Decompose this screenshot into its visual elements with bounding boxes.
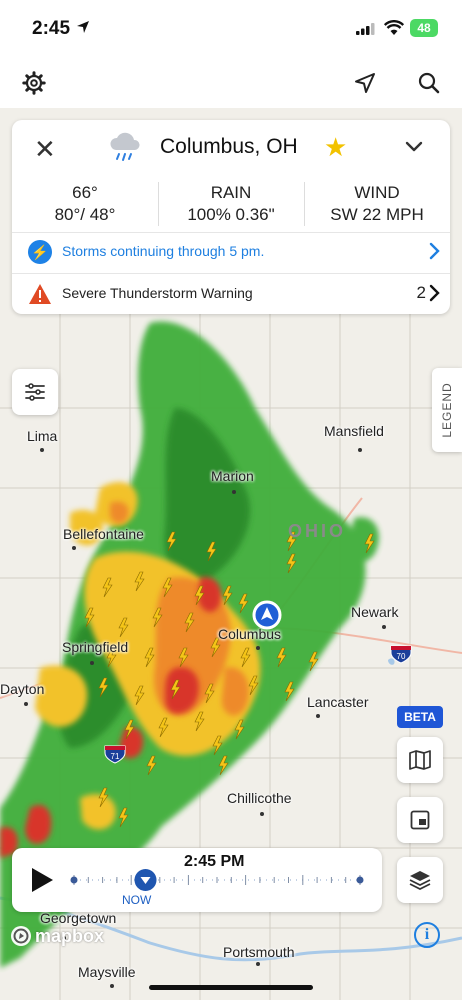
interstate-71-label: 71 [111, 752, 120, 761]
wind-value: SW 22 MPH [330, 205, 424, 224]
wind-label: WIND [354, 183, 400, 202]
forecast-row[interactable]: ⚡ Storms continuing through 5 pm. [28, 238, 440, 266]
now-label: NOW [122, 893, 152, 907]
city-label-bellefontaine: Bellefontaine [63, 526, 144, 542]
temperature-current: 66° [72, 183, 98, 202]
temperature-stat: 66° 80°/ 48° [12, 182, 158, 226]
status-time: 2:45 [32, 18, 71, 39]
home-indicator [149, 985, 313, 990]
alert-text: Severe Thunderstorm Warning [62, 285, 253, 301]
divider [12, 273, 450, 274]
city-label-mansfield: Mansfield [324, 423, 384, 439]
picture-in-picture-button[interactable] [397, 797, 443, 843]
radar-timeline: 2:45 PM NOW [12, 848, 382, 912]
picture-in-picture-icon [410, 810, 430, 830]
timeline-endpoint [70, 876, 78, 884]
close-icon[interactable]: ✕ [34, 134, 56, 165]
temperature-range: 80°/ 48° [54, 205, 116, 224]
chevron-right-icon [429, 284, 440, 302]
rain-stat: RAIN 100% 0.36" [158, 182, 304, 226]
cellular-signal-icon [356, 23, 375, 35]
interstate-shield-icon: 70 [390, 645, 412, 664]
legend-tab[interactable]: LEGEND [432, 368, 462, 452]
gear-icon[interactable] [19, 68, 49, 98]
timeline-scrubber[interactable] [70, 868, 370, 892]
search-icon[interactable] [414, 68, 444, 98]
map-style-button[interactable] [397, 737, 443, 783]
city-label-newark: Newark [351, 604, 399, 620]
rain-label: RAIN [210, 183, 252, 202]
status-bar: 2:45 48 [0, 0, 462, 60]
divider [12, 232, 450, 233]
battery-icon: 48 [410, 19, 438, 37]
mapbox-logo-icon [11, 926, 31, 946]
current-location-marker-icon[interactable] [252, 600, 282, 630]
city-label-dayton: Dayton [0, 681, 45, 697]
interstate-shield-icon: 71 [104, 745, 126, 764]
rain-value: 100% 0.36" [187, 205, 275, 224]
city-label-lancaster: Lancaster [307, 694, 369, 710]
location-arrow-icon[interactable] [350, 68, 380, 98]
chevron-down-icon[interactable] [402, 134, 426, 158]
mapbox-wordmark: mapbox [35, 925, 105, 946]
lightning-icon: ⚡ [28, 240, 52, 264]
timeline-endpoint [356, 876, 364, 884]
layers-button[interactable] [397, 857, 443, 903]
interstate-70-label: 70 [397, 652, 406, 661]
legend-label: LEGEND [440, 382, 454, 438]
location-services-icon [77, 21, 89, 33]
alert-row[interactable]: Severe Thunderstorm Warning 2 [28, 280, 440, 308]
state-label: OHIO [288, 521, 347, 541]
warning-triangle-icon [29, 284, 51, 304]
chevron-right-icon [429, 242, 440, 260]
battery-level: 48 [417, 21, 431, 35]
rain-cloud-icon [110, 132, 140, 161]
wind-stat: WIND SW 22 MPH [304, 182, 450, 226]
city-label-portsmouth: Portsmouth [223, 944, 295, 960]
mapbox-attribution[interactable]: mapbox [10, 924, 104, 948]
top-toolbar [0, 60, 462, 108]
weather-card: ✕ Columbus, OH ★ 66° 80°/ 48° RAIN 100% … [12, 120, 450, 314]
city-label-marion: Marion [211, 468, 254, 484]
beta-badge: BETA [397, 706, 443, 728]
wifi-icon [384, 20, 404, 35]
map-icon [409, 750, 431, 770]
city-label-maysville: Maysville [78, 964, 136, 980]
city-label-springfield: Springfield [62, 639, 129, 655]
play-icon[interactable] [30, 867, 54, 893]
layers-icon [409, 871, 431, 890]
city-label-chillicothe: Chillicothe [227, 790, 292, 806]
city-label-lima: Lima [27, 428, 58, 444]
sliders-icon [25, 383, 45, 401]
forecast-text: Storms continuing through 5 pm. [62, 243, 265, 259]
info-icon[interactable]: i [414, 922, 440, 948]
star-icon[interactable]: ★ [324, 132, 347, 163]
location-title[interactable]: Columbus, OH [160, 135, 298, 159]
filter-button[interactable] [12, 369, 58, 415]
